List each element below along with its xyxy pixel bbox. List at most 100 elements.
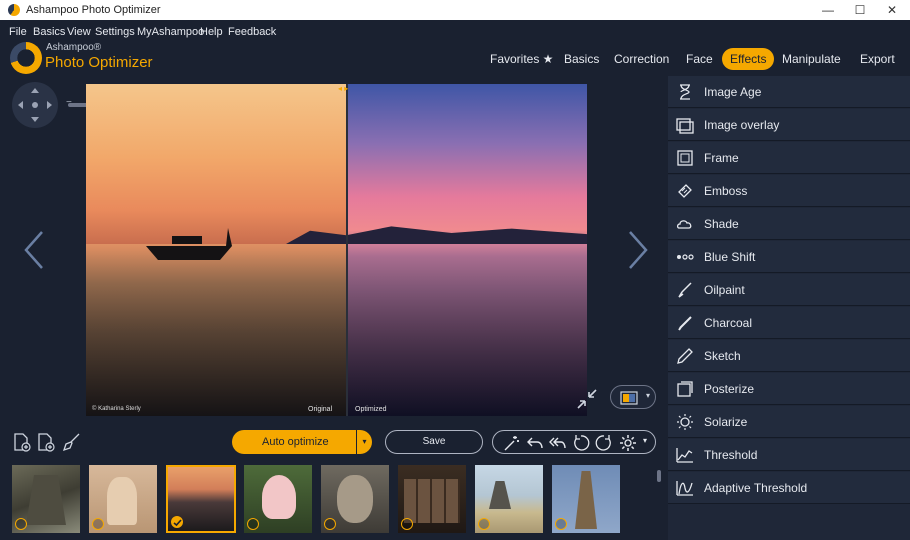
select-checkbox[interactable] — [555, 518, 567, 530]
gear-icon[interactable] — [619, 434, 637, 452]
effect-label: Frame — [704, 151, 739, 165]
photo-credit: © Katharina Sterly — [92, 406, 141, 412]
clear-broom-icon[interactable] — [62, 432, 82, 452]
optimized-water — [347, 244, 587, 416]
pencil-icon — [677, 348, 693, 364]
tab-favorites[interactable]: Favorites ★ — [490, 48, 553, 70]
photo-preview[interactable]: © Katharina Sterly Original Optimized — [86, 84, 587, 416]
effect-posterize[interactable]: Posterize — [668, 373, 910, 405]
effect-charcoal[interactable]: Charcoal — [668, 307, 910, 339]
tab-effects[interactable]: Effects — [722, 48, 775, 70]
minimize-icon[interactable]: — — [812, 0, 844, 20]
emboss-icon — [678, 184, 692, 198]
maximize-icon[interactable]: ☐ — [844, 0, 876, 20]
next-image-icon[interactable] — [626, 230, 650, 270]
thumbnail[interactable] — [321, 465, 389, 533]
thumbnail-image — [575, 471, 597, 529]
select-checkbox[interactable] — [92, 518, 104, 530]
chevron-down-icon[interactable]: ▾ — [646, 391, 650, 400]
move-arrows-icon — [18, 88, 52, 122]
chevron-down-icon[interactable]: ▾ — [643, 436, 647, 445]
boat-silhouette — [146, 228, 232, 260]
effect-shade[interactable]: Shade — [668, 208, 910, 240]
select-checkbox[interactable] — [324, 518, 336, 530]
effect-sketch[interactable]: Sketch — [668, 340, 910, 372]
save-button[interactable]: Save — [385, 430, 483, 454]
select-checkbox[interactable] — [478, 518, 490, 530]
compare-divider[interactable] — [346, 84, 348, 416]
select-checkbox[interactable] — [15, 518, 27, 530]
effect-image-overlay[interactable]: Image overlay — [668, 109, 910, 141]
select-checkbox[interactable] — [401, 518, 413, 530]
effect-solarize[interactable]: Solarize — [668, 406, 910, 438]
thumbnail-image — [489, 481, 511, 509]
add-file-icon[interactable] — [12, 432, 32, 452]
select-checkbox[interactable] — [247, 518, 259, 530]
view-mode-controls: ▾ — [570, 382, 662, 414]
thumbnail-image — [26, 475, 66, 525]
shade-icon — [676, 220, 692, 229]
tab-manipulate[interactable]: Manipulate — [782, 48, 841, 70]
tab-face[interactable]: Face — [686, 48, 713, 70]
split-view-button[interactable]: ▾ — [610, 385, 656, 409]
thumbnail[interactable] — [89, 465, 157, 533]
menu-settings[interactable]: Settings — [95, 26, 135, 38]
effect-oilpaint[interactable]: Oilpaint — [668, 274, 910, 306]
menu-view[interactable]: View — [67, 26, 91, 38]
effect-label: Charcoal — [704, 316, 753, 330]
effect-blue-shift[interactable]: Blue Shift — [668, 241, 910, 273]
window-title: Ashampoo Photo Optimizer — [26, 4, 161, 16]
menu-bar: File Basics View Settings MyAshampoo Hel… — [0, 20, 910, 42]
collapse-view-icon[interactable] — [576, 388, 598, 410]
select-checkbox[interactable] — [171, 516, 183, 528]
effect-label: Image overlay — [704, 118, 780, 132]
tab-export[interactable]: Export — [860, 48, 895, 70]
effect-label: Adaptive Threshold — [704, 481, 808, 495]
app-logo-icon — [8, 4, 20, 16]
previous-image-icon[interactable] — [22, 230, 46, 270]
thumbnail[interactable] — [475, 465, 543, 533]
effect-adaptive-threshold[interactable]: Adaptive Threshold — [668, 472, 910, 504]
effect-emboss[interactable]: Emboss — [668, 175, 910, 207]
effect-label: Shade — [704, 217, 739, 231]
rotate-right-icon[interactable] — [595, 434, 613, 452]
thumbnail[interactable] — [552, 465, 620, 533]
original-label: Original — [308, 406, 333, 413]
hourglass-icon — [680, 84, 690, 100]
effect-threshold[interactable]: Threshold — [668, 439, 910, 471]
chevron-down-icon[interactable]: ▾ — [356, 430, 372, 454]
undo-icon[interactable] — [526, 434, 544, 452]
thumbnail[interactable] — [244, 465, 312, 533]
close-icon[interactable]: ✕ — [876, 0, 908, 20]
magic-wand-icon[interactable] — [503, 434, 521, 452]
menu-myashampoo[interactable]: MyAshampoo — [137, 26, 204, 38]
frame-icon — [677, 150, 693, 166]
navigation-pad[interactable] — [12, 82, 58, 128]
effect-frame[interactable]: Frame — [668, 142, 910, 174]
menu-feedback[interactable]: Feedback — [228, 26, 276, 38]
tab-basics[interactable]: Basics — [564, 48, 599, 70]
effect-label: Oilpaint — [704, 283, 745, 297]
undo-all-icon[interactable] — [549, 434, 567, 452]
rotate-left-icon[interactable] — [572, 434, 590, 452]
checkmark-icon — [173, 518, 182, 526]
adaptive-threshold-icon — [676, 481, 693, 496]
menu-file[interactable]: File — [9, 26, 27, 38]
title-bar: Ashampoo Photo Optimizer — ☐ ✕ — [0, 0, 910, 20]
effect-image-age[interactable]: Image Age — [668, 76, 910, 108]
thumbnail-selected[interactable] — [166, 465, 236, 533]
charcoal-icon — [678, 316, 692, 331]
optimized-label: Optimized — [355, 406, 387, 413]
menu-help[interactable]: Help — [200, 26, 223, 38]
image-overlay-icon — [676, 118, 694, 134]
effect-label: Blue Shift — [704, 250, 756, 264]
thumbnail[interactable] — [398, 465, 466, 533]
tab-correction[interactable]: Correction — [614, 48, 669, 70]
brush-icon — [678, 282, 692, 298]
add-folder-icon[interactable] — [36, 432, 56, 452]
auto-optimize-button[interactable]: Auto optimize ▾ — [232, 430, 372, 454]
thumbnail[interactable] — [12, 465, 80, 533]
divider-handle[interactable]: ◂ ▸ — [338, 84, 356, 93]
menu-basics[interactable]: Basics — [33, 26, 65, 38]
thumbnail-scrollbar[interactable] — [657, 470, 661, 482]
